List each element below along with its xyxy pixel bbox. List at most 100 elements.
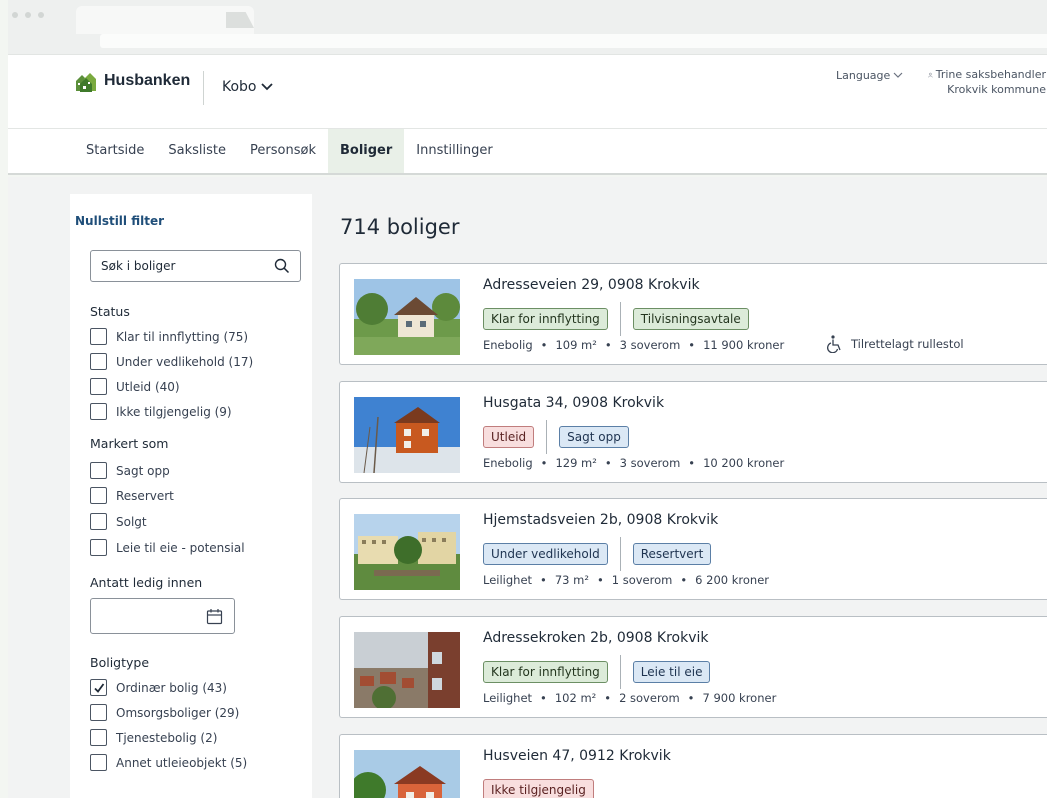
window-controls [12,12,44,18]
type-option[interactable]: Tjenestebolig (2) [90,729,217,746]
logo-text: Husbanken [104,72,191,89]
status-badge: Ikke tilgjengelig [483,779,594,798]
type-group-title: Boligtype [90,655,150,670]
mark-badge: Resertvert [632,543,712,565]
listing-type: Leilighet [483,573,533,587]
listing-card[interactable]: Adresseveien 29, 0908 Krokvik Klar for i… [339,263,1047,365]
tag-divider [546,420,548,454]
checkbox[interactable] [90,328,107,345]
marked-group-title: Markert som [90,436,169,451]
nav-startside[interactable]: Startside [74,129,156,173]
language-selector[interactable]: Language [836,69,903,82]
type-option[interactable]: Ordinær bolig (43) [90,679,227,696]
listing-tags: Under vedlikehold Resertvert [483,537,712,571]
checkbox[interactable] [90,539,107,556]
checkbox[interactable] [90,353,107,370]
tag-divider [619,537,621,571]
checkbox-label: Leie til eie - potensial [116,540,245,555]
calendar-icon[interactable] [206,608,223,625]
listing-area: 109 m² [555,338,597,352]
listing-card[interactable]: Husveien 47, 0912 Krokvik Ikke tilgjenge… [339,734,1047,798]
listing-area: 102 m² [554,691,597,705]
listing-photo [354,750,460,798]
listing-meta: Enebolig • 129 m² • 3 soverom • 10 200 kron… [483,456,785,470]
status-option[interactable]: Klar til innflytting (75) [90,328,248,345]
listing-tags: Klar for innflytting Leie til eie [483,655,711,689]
listing-address[interactable]: Husgata 34, 0908 Krokvik [483,395,664,411]
listing-rooms: 2 soverom [619,691,680,705]
listing-area: 129 m² [555,456,597,470]
user-org: Krokvik kommune [947,83,1046,96]
mark-badge: Leie til eie [632,661,711,683]
checkbox[interactable] [90,729,107,746]
listing-photo [354,397,460,473]
listing-card[interactable]: Adressekroken 2b, 0908 Krokvik Klar for … [339,616,1047,718]
status-option[interactable]: Ikke tilgjengelig (9) [90,403,232,420]
listing-photo [354,632,460,708]
checkbox[interactable] [90,513,107,530]
listing-photo [354,279,460,355]
checkbox-label: Utleid (40) [116,379,180,394]
checkbox[interactable] [90,487,107,504]
checkbox-label: Omsorgsboliger (29) [116,705,240,720]
status-option[interactable]: Under vedlikehold (17) [90,353,253,370]
listing-address[interactable]: Husveien 47, 0912 Krokvik [483,748,671,764]
listing-tags: Utleid Sagt opp [483,420,629,454]
accessibility-info: Tilrettelagt rullestol [827,335,964,353]
status-group-title: Status [90,304,130,319]
reset-filter-link[interactable]: Nullstill filter [75,214,164,228]
checkbox-checked[interactable] [90,679,107,696]
app-switcher[interactable]: Kobo [222,79,273,95]
status-badge: Utleid [483,426,535,448]
checkbox-label: Ordinær bolig (43) [116,680,227,695]
checkbox[interactable] [90,378,107,395]
listing-address[interactable]: Adresseveien 29, 0908 Krokvik [483,277,700,293]
checkbox[interactable] [90,754,107,771]
language-label: Language [836,69,891,82]
status-option[interactable]: Utleid (40) [90,378,180,395]
marked-option[interactable]: Solgt [90,513,147,530]
nav-saksliste[interactable]: Saksliste [156,129,238,173]
search-input[interactable] [91,251,261,281]
chevron-down-icon [260,83,273,91]
tag-divider [619,302,621,336]
house-cluster-icon [76,73,96,92]
date-input[interactable] [90,598,235,634]
result-count: 714 boliger [340,215,460,239]
status-badge: Klar for innflytting [483,661,608,683]
listing-tags: Ikke tilgjengelig [483,773,594,798]
listing-address[interactable]: Hjemstadsveien 2b, 0908 Krokvik [483,512,718,528]
listing-card[interactable]: Husgata 34, 0908 Krokvik Utleid Sagt opp… [339,381,1047,483]
listing-rooms: 3 soverom [619,338,681,352]
address-bar[interactable] [100,34,1047,48]
nav-innstillinger[interactable]: Innstillinger [404,129,504,173]
status-badge: Under vedlikehold [483,543,608,565]
checkbox-label: Reservert [116,488,174,503]
search-field[interactable] [90,250,301,282]
listing-price: 11 900 kroner [703,338,785,352]
checkbox[interactable] [90,462,107,479]
user-name: Trine saksbehandler [935,68,1046,81]
listing-tags: Klar for innflytting Tilvisningsavtale [483,302,749,336]
type-option[interactable]: Annet utleieobjekt (5) [90,754,247,771]
husbanken-logo[interactable]: Husbanken [74,69,190,93]
listing-area: 73 m² [554,573,589,587]
marked-option[interactable]: Leie til eie - potensial [90,539,245,556]
checkbox[interactable] [90,704,107,721]
type-option[interactable]: Omsorgsboliger (29) [90,704,239,721]
status-badge: Klar for innflytting [483,308,608,330]
nav-boliger[interactable]: Boliger [327,129,405,173]
checkbox-label: Ikke tilgjengelig (9) [116,404,232,419]
listing-type: Enebolig [483,338,533,352]
marked-option[interactable]: Reservert [90,487,174,504]
listing-card[interactable]: Hjemstadsveien 2b, 0908 Krokvik Under ve… [339,498,1047,600]
checkbox[interactable] [90,403,107,420]
listing-rooms: 1 soverom [611,573,673,587]
app-header: Husbanken Kobo Language Trine saksbehand… [8,55,1047,129]
nav-personsok[interactable]: Personsøk [238,129,328,173]
user-menu[interactable]: Trine saksbehandler Krokvik kommune [928,67,1046,97]
marked-option[interactable]: Sagt opp [90,462,170,479]
listing-address[interactable]: Adressekroken 2b, 0908 Krokvik [483,630,709,646]
search-icon[interactable] [274,258,290,274]
app-name: Kobo [222,79,257,95]
